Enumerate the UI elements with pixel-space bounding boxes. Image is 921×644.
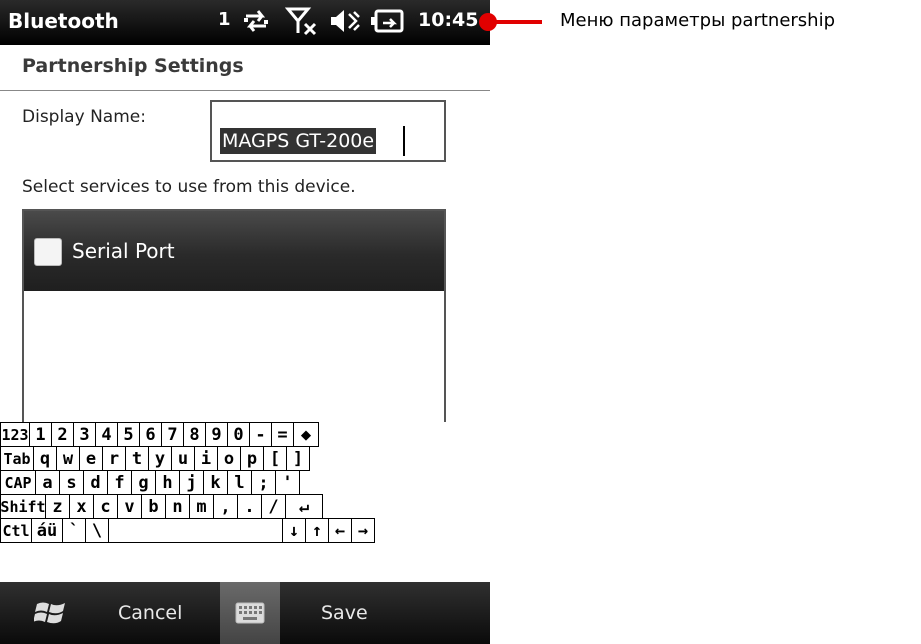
key-n[interactable]: n [165,494,190,519]
signal-number: 1 [218,9,231,30]
key-1[interactable]: 1 [29,422,52,447]
key-j[interactable]: j [179,470,204,495]
key-p[interactable]: p [240,446,264,471]
key-9[interactable]: 9 [205,422,228,447]
key-4[interactable]: 4 [95,422,118,447]
keyboard-row-3: CAP a s d f g h j k l ; ' [0,470,300,495]
key-caps[interactable]: CAP [0,470,36,495]
keyboard-row-2: Tab q w e r t y u i o p [ ] [0,446,310,471]
key-close-bracket[interactable]: ] [286,446,310,471]
key-8[interactable]: 8 [183,422,206,447]
key-0[interactable]: 0 [227,422,250,447]
key-slash[interactable]: / [261,494,286,519]
keyboard-icon [235,602,265,624]
key-c[interactable]: c [93,494,118,519]
keyboard-row-5: Ctl áü ` \ ↓ ↑ ← → [0,518,375,543]
services-list[interactable]: Serial Port [22,209,446,429]
phone-screen: Bluetooth 1 10:45 Partnership Settings D… [0,0,490,644]
key-left-arrow[interactable]: ← [328,518,352,543]
key-k[interactable]: k [203,470,228,495]
key-down-arrow[interactable]: ↓ [282,518,306,543]
cancel-button[interactable]: Cancel [118,602,182,624]
services-label: Select services to use from this device. [22,177,356,197]
key-apostrophe[interactable]: ' [275,470,300,495]
key-m[interactable]: m [189,494,214,519]
key-space[interactable] [108,518,283,543]
key-2[interactable]: 2 [51,422,74,447]
key-accents[interactable]: áü [31,518,63,543]
keyboard-row-4: Shift z x c v b n m , . / ↵ [0,494,323,519]
display-name-label: Display Name: [22,107,146,127]
key-b[interactable]: b [141,494,166,519]
sync-arrows-icon[interactable] [240,5,272,37]
page-header: Partnership Settings [0,45,490,91]
bottom-bar: Cancel Save [0,582,490,644]
key-e[interactable]: e [79,446,103,471]
save-button[interactable]: Save [321,602,368,624]
display-name-field[interactable]: MAGPS GT-200e [210,100,446,162]
key-6[interactable]: 6 [139,422,162,447]
service-item-serial-port[interactable]: Serial Port [24,211,444,291]
key-y[interactable]: y [148,446,172,471]
key-comma[interactable]: , [213,494,238,519]
key-i[interactable]: i [194,446,218,471]
key-f[interactable]: f [107,470,132,495]
serial-port-checkbox[interactable] [34,238,62,266]
key-123[interactable]: 123 [0,422,30,447]
status-bar-clock: 10:45 [418,9,479,31]
windows-start-icon[interactable] [34,596,68,630]
key-open-bracket[interactable]: [ [263,446,287,471]
key-h[interactable]: h [155,470,180,495]
key-s[interactable]: s [59,470,84,495]
key-backtick[interactable]: ` [62,518,86,543]
status-bar-title: Bluetooth [8,9,119,33]
key-right-arrow[interactable]: → [351,518,375,543]
key-g[interactable]: g [131,470,156,495]
keyboard-toggle-button[interactable] [220,582,280,644]
text-caret [403,126,405,156]
service-item-label: Serial Port [72,239,175,263]
key-enter[interactable]: ↵ [285,494,323,519]
battery-charging-icon[interactable] [370,5,406,37]
key-w[interactable]: w [56,446,80,471]
key-l[interactable]: l [227,470,252,495]
key-semicolon[interactable]: ; [251,470,276,495]
status-bar: Bluetooth 1 10:45 [0,0,490,45]
keyboard-row-1: 123 1 2 3 4 5 6 7 8 9 0 - = ◆ [0,422,319,447]
key-r[interactable]: r [102,446,126,471]
key-x[interactable]: x [69,494,94,519]
key-tab[interactable]: Tab [0,446,34,471]
key-a[interactable]: a [35,470,60,495]
key-7[interactable]: 7 [161,422,184,447]
key-v[interactable]: v [117,494,142,519]
speaker-muted-icon[interactable] [327,5,361,37]
display-name-value[interactable]: MAGPS GT-200e [220,128,377,154]
key-backspace[interactable]: ◆ [293,422,319,447]
key-period[interactable]: . [237,494,262,519]
key-ctl[interactable]: Ctl [0,518,32,543]
key-equals[interactable]: = [271,422,294,447]
key-t[interactable]: t [125,446,149,471]
annotation-line [490,20,542,24]
key-q[interactable]: q [33,446,57,471]
key-z[interactable]: z [45,494,70,519]
page-title: Partnership Settings [22,55,244,77]
key-o[interactable]: o [217,446,241,471]
key-5[interactable]: 5 [117,422,140,447]
key-3[interactable]: 3 [73,422,96,447]
annotation-text: Меню параметры partnership [560,10,836,31]
key-minus[interactable]: - [249,422,272,447]
key-u[interactable]: u [171,446,195,471]
key-d[interactable]: d [83,470,108,495]
key-up-arrow[interactable]: ↑ [305,518,329,543]
soft-keyboard: 123 1 2 3 4 5 6 7 8 9 0 - = ◆ Tab q w e … [0,422,490,557]
key-shift[interactable]: Shift [0,494,46,519]
no-signal-icon[interactable] [285,5,319,37]
key-backslash[interactable]: \ [85,518,109,543]
